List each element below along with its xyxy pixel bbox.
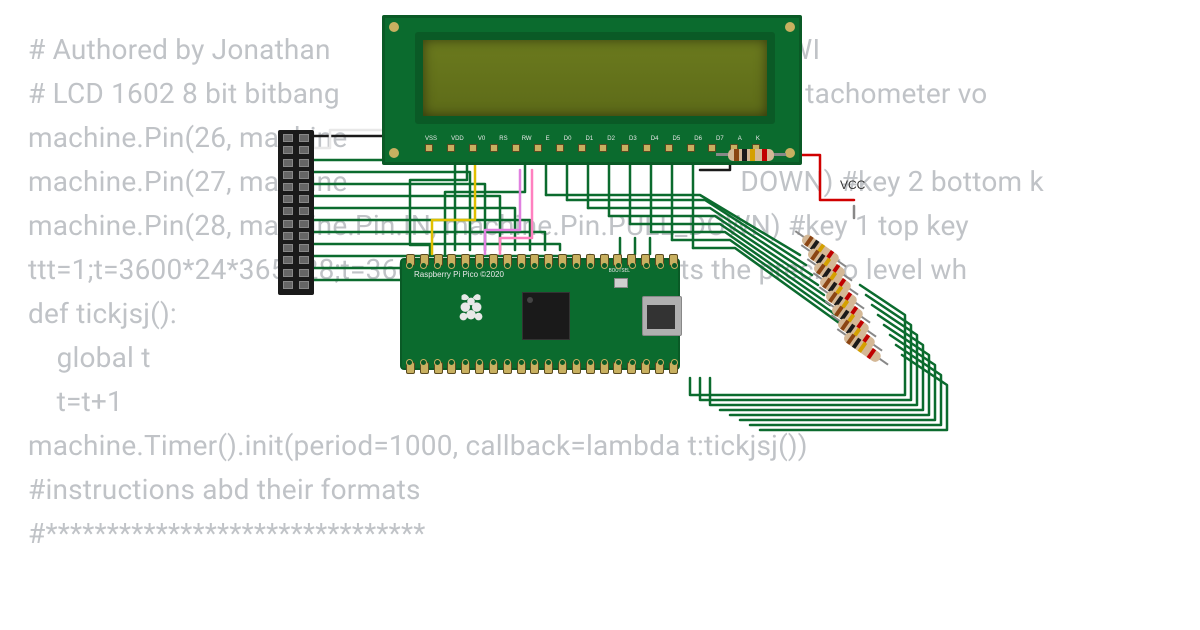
code-line: global t <box>28 341 151 374</box>
code-line: machine.Timer().init(period=1000, callba… <box>28 429 808 462</box>
code-line: machine.Pin(27, machine DOWN) #key 2 bot… <box>28 165 1044 198</box>
code-line: # LCD 1602 8 bit bitbang ace as car tach… <box>28 77 987 110</box>
code-line: t=t+1 <box>28 385 123 418</box>
background-code: # Authored by Jonathan 'OKWI # LCD 1602 … <box>28 28 1200 556</box>
code-line: ttt=1;t=3600*24*365+28;t=3600*24*2-9 # p… <box>28 253 967 286</box>
code-line: machine.Pin(26, machine <box>28 121 347 154</box>
code-line: machine.Pin(28, machine.Pin.IN, machine.… <box>28 209 969 242</box>
code-line: # Authored by Jonathan 'OKWI <box>28 33 820 66</box>
code-line: #******************************* <box>28 517 425 550</box>
code-line: #instructions abd their formats <box>28 473 421 506</box>
code-line: def tickjsj(): <box>28 297 177 330</box>
